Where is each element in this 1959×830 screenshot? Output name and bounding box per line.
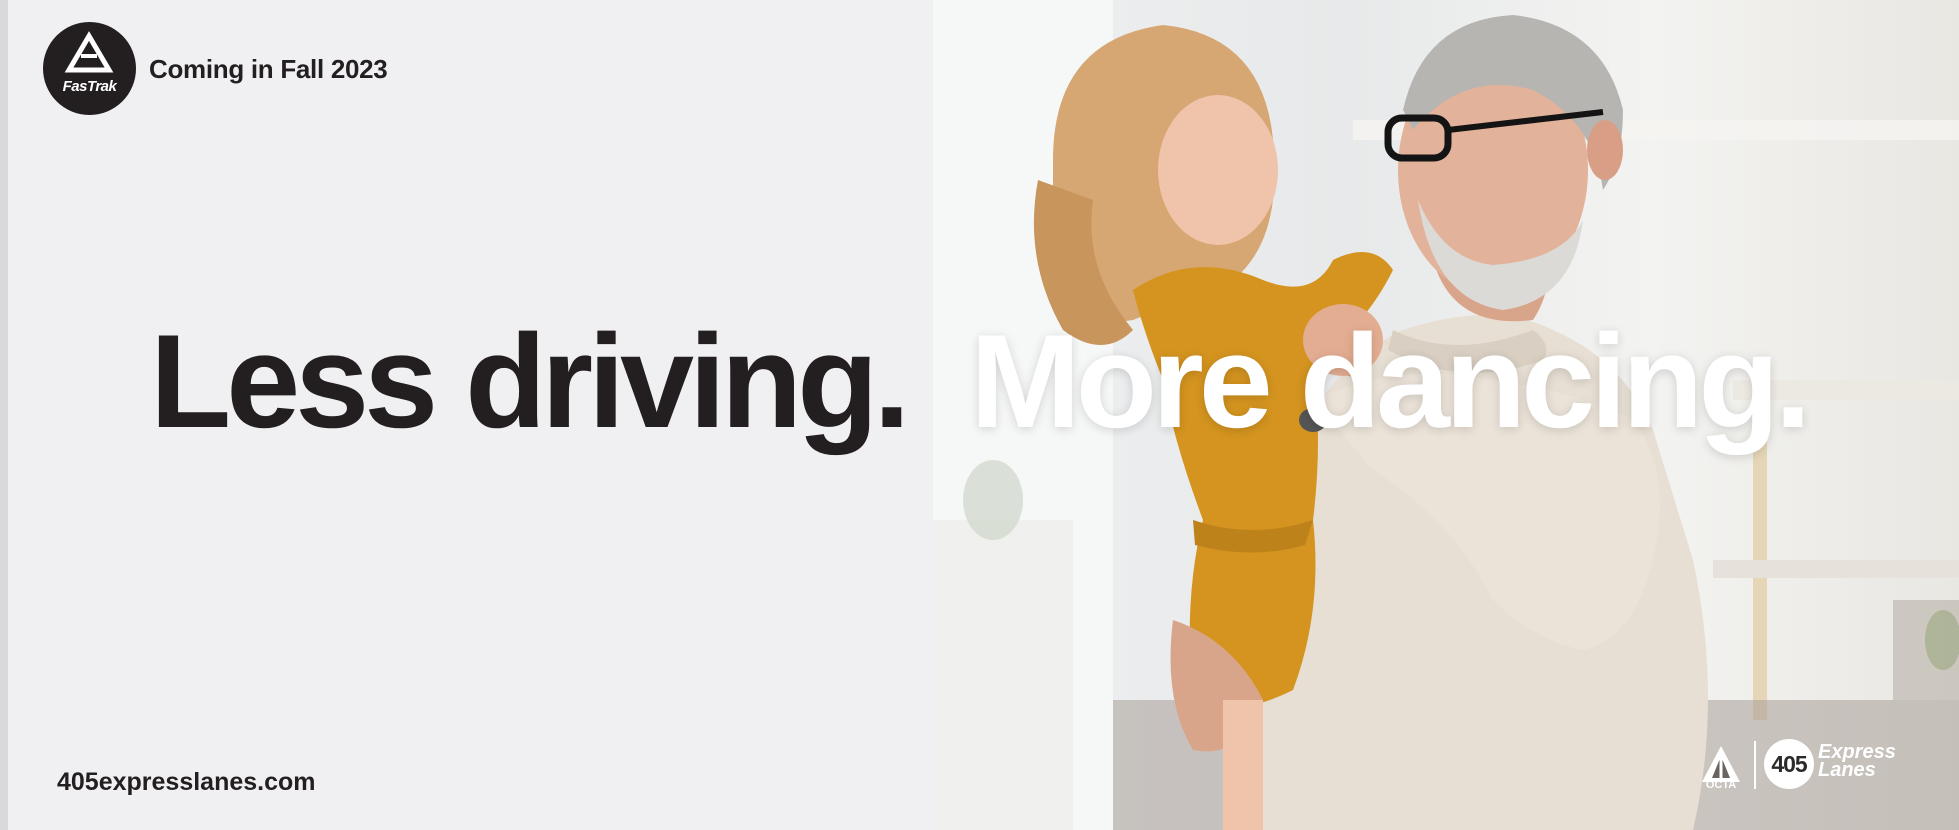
octa-label: OCTA	[1705, 779, 1737, 791]
headline-left: Less driving.	[150, 308, 910, 456]
fastrak-wordmark: FasTrak	[62, 78, 117, 95]
express-lanes-label: Express Lanes	[1818, 742, 1896, 781]
route-405-shield-icon: 405	[1764, 739, 1814, 789]
logo-divider	[1754, 741, 1756, 789]
fastrak-logo-icon: FasTrak	[43, 22, 136, 115]
footer-logos: OCTA 405 Express Lanes	[1700, 737, 1940, 795]
website-url: 405expresslanes.com	[57, 768, 316, 796]
express-label-line2: Lanes	[1818, 759, 1876, 781]
coming-announcement: Coming in Fall 2023	[149, 54, 388, 84]
headline-right: More dancing.	[970, 308, 1812, 456]
